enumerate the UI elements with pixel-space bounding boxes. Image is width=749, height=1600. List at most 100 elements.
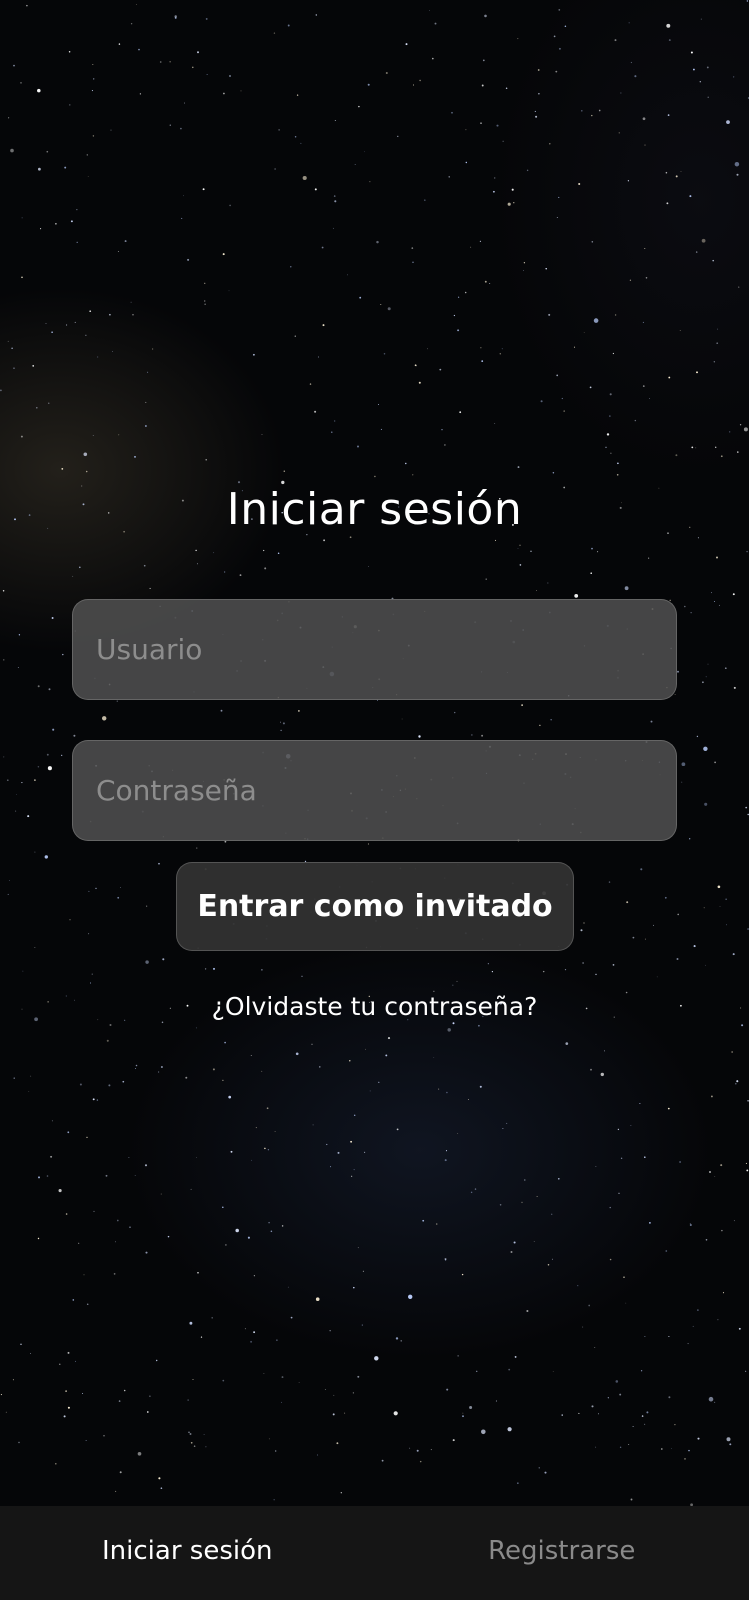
star	[547, 1263, 550, 1266]
star	[544, 1471, 547, 1474]
star	[556, 217, 558, 218]
star	[147, 371, 149, 373]
star	[387, 307, 391, 311]
star	[563, 410, 565, 412]
star	[494, 539, 497, 541]
star	[63, 1415, 66, 1418]
star	[485, 578, 487, 580]
star	[446, 1388, 449, 1391]
star	[424, 199, 426, 201]
star	[359, 296, 362, 299]
star	[714, 761, 716, 764]
star	[385, 71, 388, 75]
star	[680, 170, 682, 172]
star	[707, 663, 709, 665]
star	[617, 462, 619, 465]
star	[314, 410, 317, 413]
star	[158, 1477, 161, 1480]
star	[334, 420, 336, 422]
star	[582, 962, 584, 964]
star	[149, 1395, 151, 1397]
star	[55, 222, 57, 225]
star	[681, 781, 683, 783]
star	[717, 885, 721, 889]
star	[32, 365, 35, 367]
star	[51, 617, 54, 619]
star	[395, 1337, 399, 1340]
star	[88, 890, 90, 892]
star	[683, 605, 686, 608]
star	[481, 84, 484, 87]
star	[145, 401, 147, 403]
star	[332, 1413, 335, 1416]
star	[261, 433, 263, 436]
star	[715, 446, 717, 448]
star	[138, 48, 140, 51]
star	[362, 1270, 364, 1272]
star	[222, 1379, 225, 1382]
star	[229, 204, 231, 207]
star	[21, 217, 23, 219]
star	[51, 1120, 53, 1122]
star	[630, 61, 633, 64]
star	[411, 247, 414, 249]
star	[224, 571, 226, 573]
star	[577, 1285, 579, 1287]
star	[261, 969, 263, 971]
star	[85, 334, 87, 336]
star	[160, 1487, 163, 1490]
star	[713, 361, 715, 363]
star	[456, 980, 458, 982]
star	[550, 719, 552, 721]
star	[454, 711, 456, 714]
star	[619, 1446, 622, 1449]
star	[369, 181, 371, 183]
star	[609, 393, 612, 396]
guest-login-button[interactable]: Entrar como invitado	[176, 862, 574, 951]
star	[551, 1213, 553, 1215]
star	[385, 1054, 388, 1057]
star	[697, 1437, 700, 1440]
star	[517, 548, 519, 550]
password-input[interactable]	[72, 740, 677, 841]
star	[287, 24, 290, 27]
star	[729, 1443, 732, 1446]
star	[620, 92, 622, 94]
nav-tab-login[interactable]: Iniciar sesión	[0, 1506, 375, 1600]
star	[726, 120, 730, 124]
star	[606, 433, 610, 436]
star	[333, 195, 336, 197]
star	[482, 59, 485, 62]
star	[452, 1439, 455, 1442]
star	[517, 1482, 519, 1484]
star	[716, 342, 719, 345]
star	[192, 66, 194, 69]
star	[444, 1159, 447, 1162]
star	[253, 1275, 255, 1277]
star	[160, 1193, 162, 1195]
star	[573, 346, 576, 348]
star	[444, 444, 446, 446]
star	[401, 718, 403, 720]
star	[68, 50, 71, 53]
star	[414, 364, 417, 367]
nav-tab-register[interactable]: Registrarse	[375, 1506, 749, 1600]
star	[502, 140, 504, 142]
star	[116, 700, 118, 702]
star	[92, 1098, 95, 1101]
star	[639, 1103, 641, 1104]
star	[514, 1355, 517, 1358]
star	[506, 1122, 508, 1124]
star	[467, 1099, 469, 1100]
star	[139, 93, 142, 95]
star	[519, 544, 521, 546]
star	[113, 1273, 116, 1275]
username-input[interactable]	[72, 599, 677, 700]
star	[726, 1437, 731, 1442]
star	[38, 167, 41, 171]
forgot-password-link[interactable]: ¿Olvidaste tu contraseña?	[0, 992, 749, 1021]
star	[481, 360, 484, 362]
star	[15, 810, 17, 812]
star	[692, 1325, 694, 1327]
star	[494, 177, 496, 179]
